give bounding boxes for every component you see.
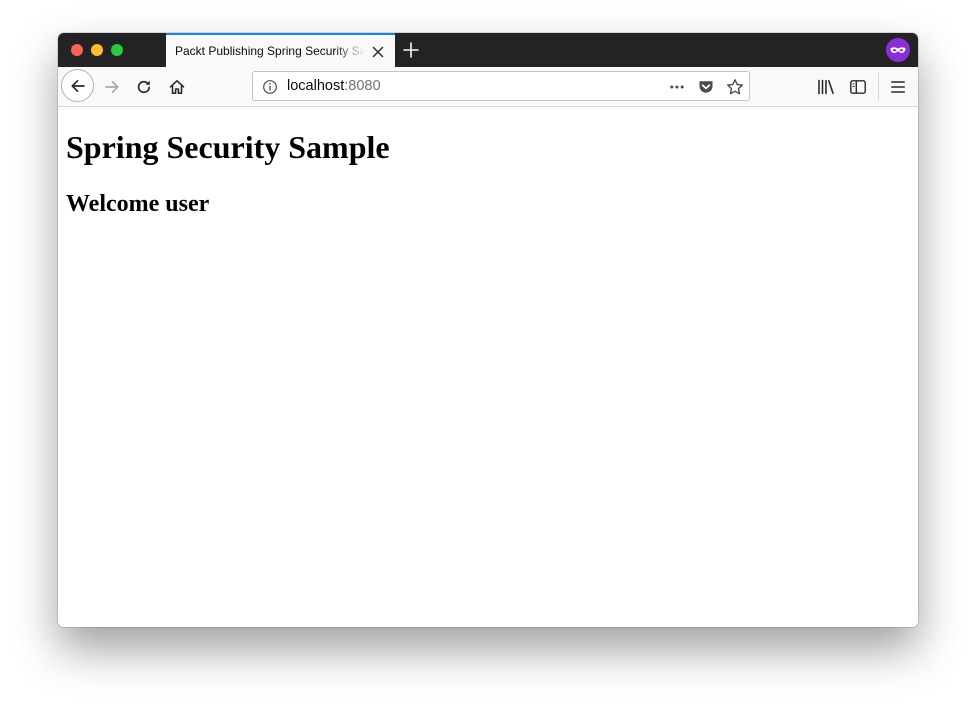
back-arrow-icon	[70, 79, 85, 92]
tab-strip: Packt Publishing Spring Security Sample	[58, 33, 918, 67]
window-maximize-icon[interactable]	[111, 44, 123, 56]
forward-arrow-icon	[105, 80, 119, 94]
sidebar-icon	[850, 80, 866, 94]
page-title: Spring Security Sample	[66, 129, 390, 165]
url-port: :8080	[344, 78, 381, 94]
window-close-icon[interactable]	[71, 44, 83, 56]
new-tab-icon[interactable]	[402, 41, 420, 59]
menu-button[interactable]	[882, 71, 914, 103]
menu-icon	[891, 81, 905, 93]
reload-icon	[137, 80, 151, 94]
toolbar-divider	[878, 73, 879, 101]
back-button[interactable]	[61, 69, 94, 102]
bookmark-star-icon[interactable]	[726, 78, 744, 96]
home-icon	[169, 80, 185, 94]
library-button[interactable]	[810, 71, 842, 103]
tab-close-icon[interactable]	[370, 44, 386, 60]
address-bar[interactable]: localhost:8080	[252, 71, 750, 101]
pocket-icon[interactable]	[697, 78, 715, 96]
url-host: localhost	[287, 78, 345, 94]
navigation-toolbar: localhost:8080	[58, 67, 918, 107]
browser-window: Packt Publishing Spring Security Sample	[58, 33, 918, 627]
home-button[interactable]	[161, 71, 193, 103]
url-text[interactable]: localhost:8080	[287, 78, 381, 95]
info-icon[interactable]	[261, 78, 279, 96]
private-browsing-icon	[886, 38, 910, 62]
sidebar-button[interactable]	[842, 71, 874, 103]
library-icon	[818, 79, 834, 95]
forward-button[interactable]	[96, 71, 128, 103]
tab-active[interactable]: Packt Publishing Spring Security Sample	[166, 33, 395, 67]
window-minimize-icon[interactable]	[91, 44, 103, 56]
welcome-message: Welcome user	[66, 191, 210, 217]
page-content: Spring Security Sample Welcome user	[58, 107, 918, 627]
reload-button[interactable]	[128, 71, 160, 103]
page-actions-icon[interactable]	[668, 78, 686, 96]
tab-title: Packt Publishing Spring Security Sample	[175, 44, 365, 58]
